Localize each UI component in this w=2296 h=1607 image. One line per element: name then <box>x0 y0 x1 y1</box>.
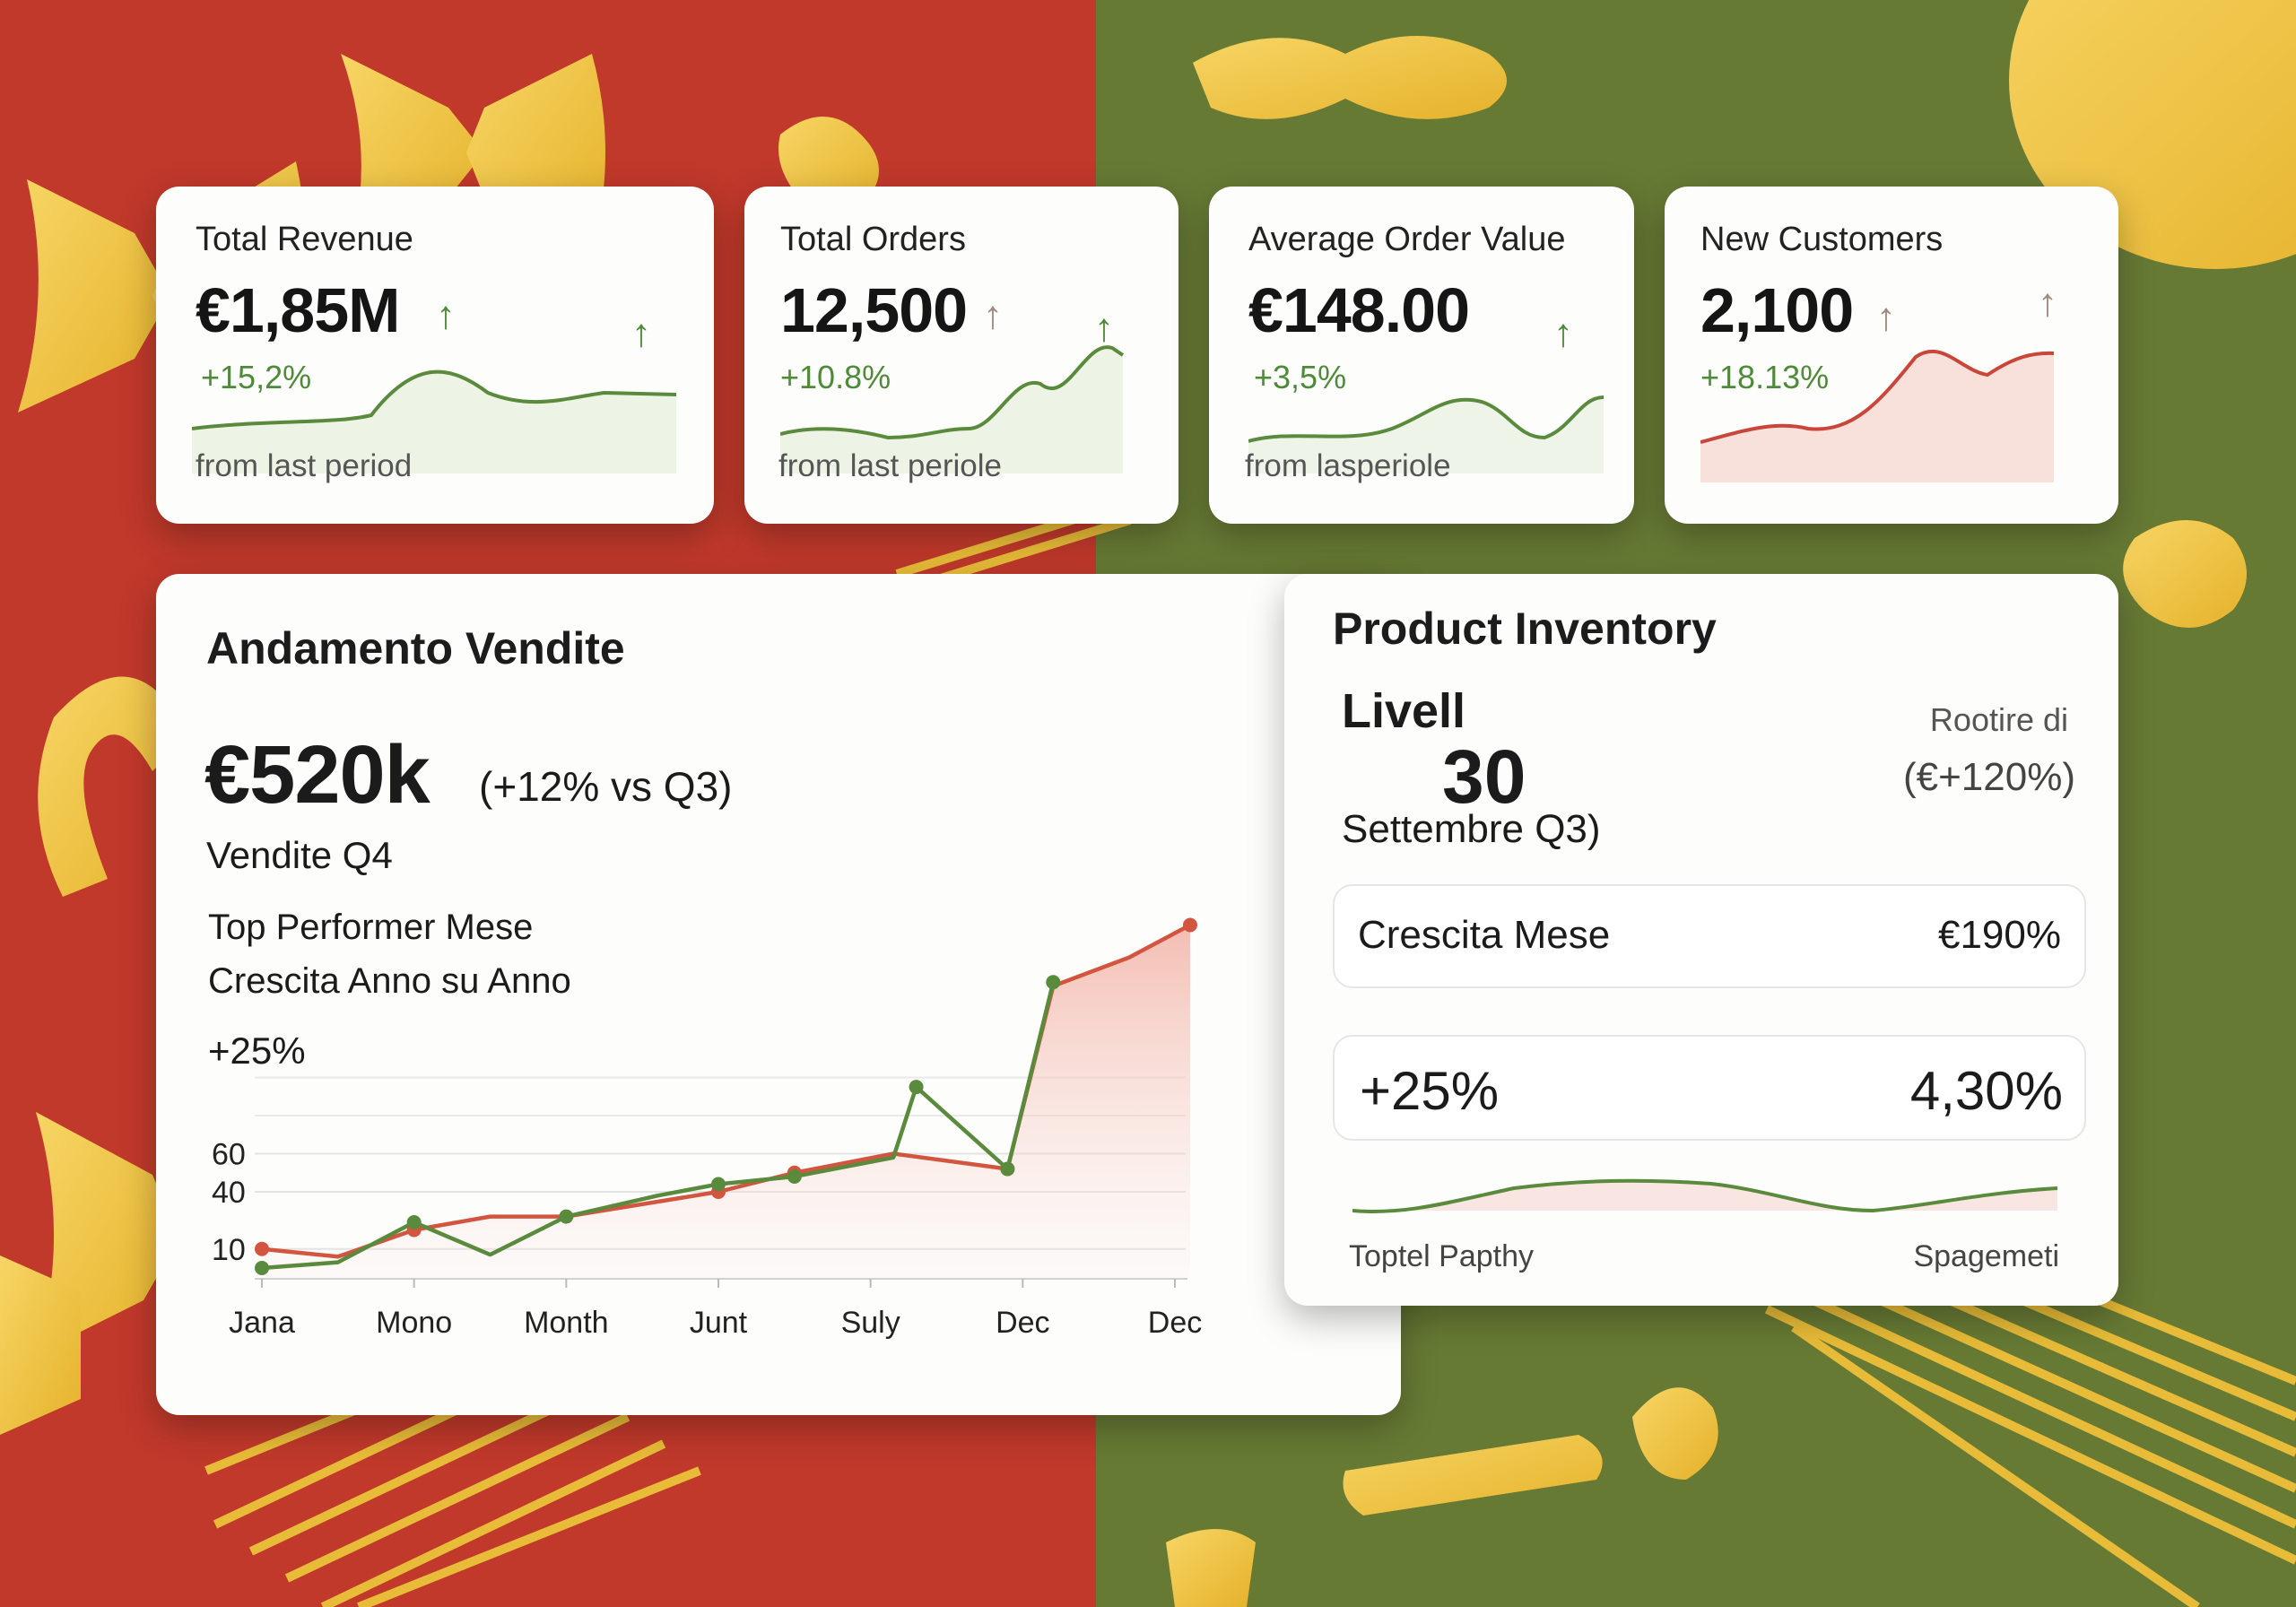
kpi-card-aov[interactable]: Average Order Value €148.00 ↑ +3,5% from… <box>1209 187 1634 524</box>
data-point <box>1182 917 1197 933</box>
kpi-card-revenue[interactable]: Total Revenue €1,85M ↑ ↑ +15,2% from las… <box>156 187 714 524</box>
data-point <box>1000 1161 1015 1177</box>
data-point <box>406 1215 422 1229</box>
x-tick-label: Junt <box>690 1306 748 1340</box>
inventory-level-sub: Settembre Q3) <box>1342 807 1601 851</box>
data-point <box>711 1177 726 1192</box>
sales-subtitle: Vendite Q4 <box>206 834 393 876</box>
y-tick-label: 10 <box>212 1233 246 1267</box>
kpi-title: Average Order Value <box>1248 221 1566 258</box>
growth-summary-right: 4,30% <box>1909 1061 2063 1121</box>
data-point <box>255 1261 269 1275</box>
sparkline <box>1248 395 1605 473</box>
inventory-level-label: Livell <box>1342 684 1466 738</box>
data-point <box>255 1241 269 1256</box>
kpi-card-new-customers[interactable]: New Customers 2,100 ↑ ↑ +18.13% <box>1665 187 2118 524</box>
kpi-title: New Customers <box>1700 221 1944 258</box>
panel-title: Andamento Vendite <box>206 623 625 673</box>
sparkline <box>192 369 676 473</box>
inventory-right-value: (€+120%) <box>1902 755 2075 799</box>
x-tick-label: Month <box>524 1306 609 1340</box>
top-performer-label: Top Performer Mese <box>208 908 543 948</box>
sparkline <box>780 345 1125 473</box>
data-point <box>1046 975 1061 990</box>
kpi-title: Total Revenue <box>196 221 413 258</box>
yoy-growth-label: Crescita Anno su Anno <box>208 961 580 1002</box>
panel-title: Product Inventory <box>1333 604 1717 654</box>
kpi-footnote: from last period <box>196 448 413 483</box>
inventory-foot-left: Toptel Papthy <box>1349 1239 1535 1273</box>
growth-month-label: Crescita Mese <box>1358 913 1611 957</box>
kpi-footnote: from lasperiole <box>1245 448 1451 483</box>
inventory-sparkline <box>1352 1178 2058 1213</box>
x-tick-label: Dec <box>1148 1306 1202 1340</box>
inventory-right-label: Rootire di <box>1929 701 2068 738</box>
data-point <box>787 1169 802 1184</box>
growth-month-row: Crescita Mese €190% <box>1333 884 2086 988</box>
data-point <box>909 1080 924 1095</box>
kpi-title: Total Orders <box>780 221 966 258</box>
sales-panel: 10 40 60 Jana Mono Month Junt Suly Dec Dec Andame… <box>156 574 1401 1415</box>
y-tick-label: 40 <box>212 1176 246 1210</box>
growth-summary-row: +25% 4,30% <box>1333 1035 2086 1141</box>
x-tick-label: Mono <box>376 1306 452 1340</box>
inventory-foot-right: Spagemeti <box>1913 1239 2059 1273</box>
inventory-panel: Product Inventory Livell 30 Settembre Q3… <box>1284 574 2118 1306</box>
sales-headline: €520k <box>204 729 430 821</box>
growth-month-value: €190% <box>1937 913 2061 957</box>
yoy-growth-value: +25% <box>208 1029 315 1073</box>
sales-headline-compare: (+12% vs Q3) <box>479 763 733 810</box>
x-tick-label: Jana <box>229 1306 295 1340</box>
sparkline <box>1700 350 2055 482</box>
data-point <box>559 1209 574 1224</box>
growth-summary-left: +25% <box>1360 1061 1500 1121</box>
x-tick-label: Suly <box>841 1306 900 1340</box>
kpi-card-orders[interactable]: Total Orders 12,500 ↑ ↑ +10.8% from last… <box>744 187 1178 524</box>
y-tick-label: 60 <box>212 1138 246 1172</box>
kpi-footnote: from last periole <box>778 448 1002 483</box>
x-tick-label: Dec <box>996 1306 1049 1340</box>
